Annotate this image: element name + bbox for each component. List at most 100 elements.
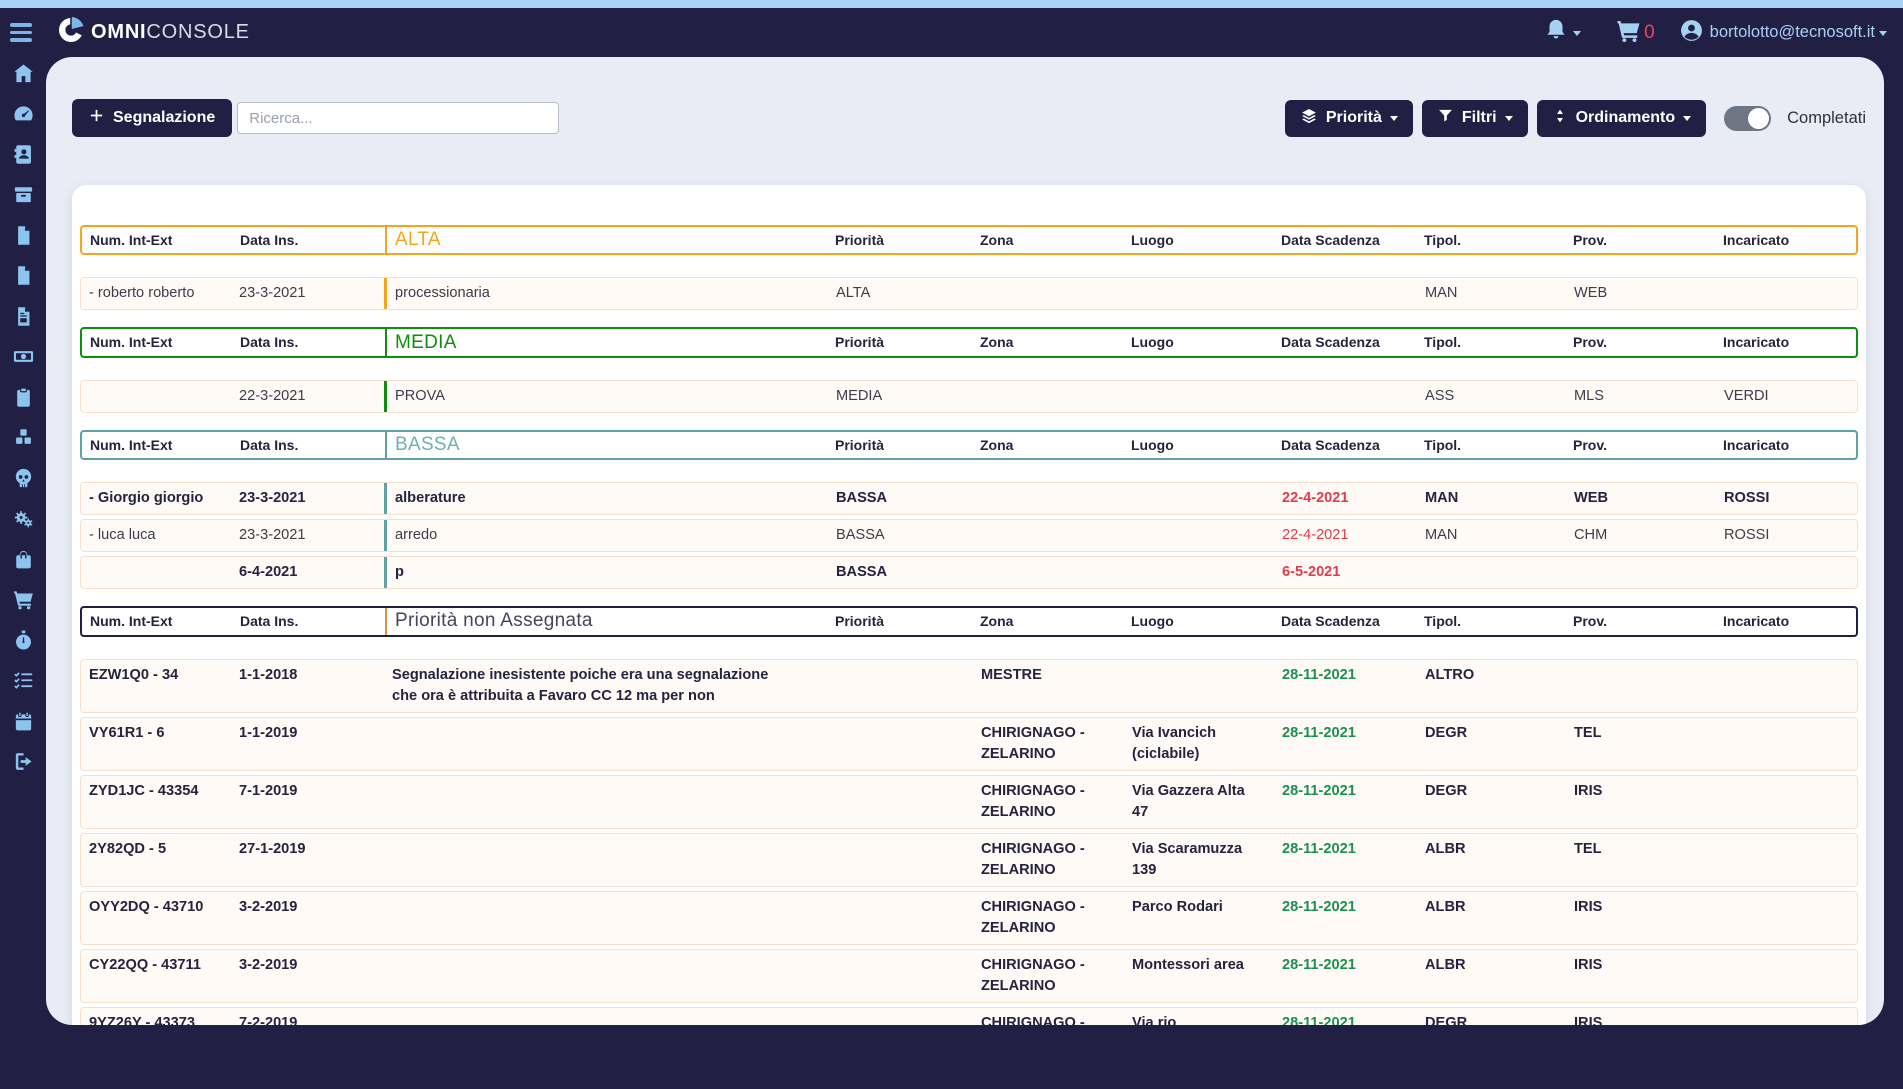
report-row[interactable]: 2Y82QD - 527-1-2019CHIRIGNAGO - ZELARINO… (80, 833, 1858, 887)
sidebar-item-shop[interactable] (10, 550, 36, 573)
priority-section-media: Num. Int-ExtData Ins.MEDIAPrioritàZonaLu… (80, 327, 1858, 412)
report-row[interactable]: VY61R1 - 61-1-2019CHIRIGNAGO - ZELARINOV… (80, 717, 1858, 771)
cell-incaricato (1716, 834, 1857, 865)
column-header: Data Ins. (232, 329, 385, 355)
new-segnalazione-button[interactable]: Segnalazione (72, 99, 232, 137)
sidebar-item-skull[interactable] (10, 469, 36, 492)
column-header: Data Scadenza (1273, 227, 1416, 253)
cell-tipol: DEGR (1417, 718, 1566, 749)
column-header: Incaricato (1715, 608, 1856, 634)
cell-zona: CHIRIGNAGO - ZELARINO (973, 834, 1124, 886)
priority-section-alta: Num. Int-ExtData Ins.ALTAPrioritàZonaLuo… (80, 225, 1858, 310)
report-row[interactable]: - roberto roberto23-3-2021processionaria… (80, 277, 1858, 310)
cell-descrizione: Segnalazione inesistente poiche era una … (384, 660, 828, 712)
cell-tipol: ALBR (1417, 892, 1566, 923)
completati-toggle[interactable] (1724, 106, 1771, 131)
user-menu[interactable]: bortolotto@tecnosoft.it (1679, 18, 1887, 48)
sidebar-item-dashboard[interactable] (10, 105, 36, 128)
cell-tipol: MAN (1417, 278, 1566, 309)
report-row[interactable]: 9YZ26Y - 433737-2-2019CHIRIGNAGO -Via ri… (80, 1007, 1858, 1025)
sidebar-item-cart[interactable] (10, 591, 36, 614)
report-row[interactable]: OYY2DQ - 437103-2-2019CHIRIGNAGO - ZELAR… (80, 891, 1858, 945)
cell-incaricato (1716, 892, 1857, 923)
cell-priorita (828, 660, 973, 691)
cell-data-ins: 6-4-2021 (231, 557, 384, 588)
sidebar-item-archive[interactable] (10, 186, 36, 209)
column-header: Prov. (1565, 227, 1715, 253)
cell-data-scadenza: 6-5-2021 (1274, 557, 1417, 588)
sidebar-item-tasks[interactable] (10, 672, 36, 695)
cell-luogo (1124, 381, 1274, 412)
cell-luogo: Montessori area (1124, 950, 1274, 981)
report-row[interactable]: - Giorgio giorgio23-3-2021alberatureBASS… (80, 482, 1858, 515)
cell-data-ins: 23-3-2021 (231, 520, 384, 551)
cell-num-int-ext: 9YZ26Y - 43373 (81, 1008, 231, 1025)
column-header: Prov. (1565, 432, 1715, 458)
gauge-icon (12, 102, 35, 130)
sidebar-item-modules[interactable] (10, 429, 36, 452)
cell-descrizione (384, 1008, 828, 1025)
filters-dropdown-button[interactable]: Filtri (1422, 100, 1528, 137)
cell-data-ins: 3-2-2019 (231, 950, 384, 981)
cart-count-badge: 0 (1644, 22, 1655, 44)
cell-data-scadenza: 28-11-2021 (1274, 1008, 1417, 1025)
cell-tipol: ASS (1417, 381, 1566, 412)
sidebar-item-contacts[interactable] (10, 145, 36, 168)
priority-section-non-assegnata: Num. Int-ExtData Ins.Priorità non Assegn… (80, 606, 1858, 1025)
chevron-down-icon (1573, 31, 1581, 40)
cell-descrizione: alberature (384, 483, 828, 514)
sidebar-item-home[interactable] (10, 64, 36, 87)
sidebar-item-invoices[interactable] (10, 307, 36, 330)
cell-luogo: Via Scaramuzza 139 (1124, 834, 1274, 886)
column-header: Prov. (1565, 329, 1715, 355)
reports-table-card: Num. Int-ExtData Ins.ALTAPrioritàZonaLuo… (72, 185, 1866, 1025)
cell-data-ins: 27-1-2019 (231, 834, 384, 865)
cell-incaricato (1716, 660, 1857, 691)
sidebar-item-clipboard[interactable] (10, 388, 36, 411)
toolbar: Segnalazione Priorità Filtri Ordinamento… (72, 99, 1866, 137)
cell-data-scadenza (1274, 278, 1417, 309)
cart-menu[interactable]: 0 (1615, 17, 1655, 49)
report-row[interactable]: 22-3-2021PROVAMEDIAASSMLSVERDI (80, 380, 1858, 413)
sidebar-item-payments[interactable] (10, 348, 36, 371)
cell-data-ins: 22-3-2021 (231, 381, 384, 412)
cell-luogo: Via rio (1124, 1008, 1274, 1025)
cell-num-int-ext: EZW1Q0 - 34 (81, 660, 231, 691)
search-input[interactable] (237, 102, 559, 134)
cell-zona: CHIRIGNAGO - ZELARINO (973, 950, 1124, 1002)
calendar-icon (12, 710, 35, 738)
sidebar-item-timer[interactable] (10, 631, 36, 654)
report-row[interactable]: CY22QQ - 437113-2-2019 CHIRIGNAGO - ZELAR… (80, 949, 1858, 1003)
column-header: Zona (972, 329, 1123, 355)
report-row[interactable]: 6-4-2021pBASSA6-5-2021 (80, 556, 1858, 589)
cell-prov: CHM (1566, 520, 1716, 551)
shopping-cart-icon (12, 588, 35, 616)
sidebar-item-settings[interactable] (10, 510, 36, 533)
column-header: Luogo (1123, 227, 1273, 253)
cell-priorita: MEDIA (828, 381, 973, 412)
cell-tipol: DEGR (1417, 776, 1566, 807)
cell-descrizione: p (384, 557, 828, 588)
cell-num-int-ext: CY22QQ - 43711 (81, 950, 231, 981)
sort-dropdown-button[interactable]: Ordinamento (1537, 100, 1707, 137)
cell-num-int-ext: OYY2DQ - 43710 (81, 892, 231, 923)
sidebar-item-document[interactable] (10, 226, 36, 249)
cell-luogo: Via Ivancich (ciclabile) (1124, 718, 1274, 770)
sidebar-item-document-alt[interactable] (10, 267, 36, 290)
cell-zona: CHIRIGNAGO - ZELARINO (973, 776, 1124, 828)
cell-incaricato: ROSSI (1716, 520, 1857, 551)
cell-descrizione: processionaria (384, 278, 828, 309)
cell-num-int-ext (81, 557, 231, 588)
cell-prov: IRIS (1566, 776, 1716, 807)
app-header: OMNICONSOLE 0 bortolotto@tecnosoft.it (0, 8, 1903, 57)
report-row[interactable]: - luca luca23-3-2021arredoBASSA22-4-2021… (80, 519, 1858, 552)
cell-tipol: MAN (1417, 520, 1566, 551)
sidebar-item-logout[interactable] (10, 753, 36, 776)
cell-descrizione (384, 950, 828, 1002)
priority-dropdown-button[interactable]: Priorità (1285, 100, 1413, 137)
notifications-menu[interactable] (1543, 17, 1581, 48)
report-row[interactable]: ZYD1JC - 433547-1-2019CHIRIGNAGO - ZELAR… (80, 775, 1858, 829)
report-row[interactable]: EZW1Q0 - 341-1-2018Segnalazione inesiste… (80, 659, 1858, 713)
hamburger-menu-icon[interactable] (10, 19, 34, 46)
sidebar-item-calendar[interactable] (10, 712, 36, 735)
